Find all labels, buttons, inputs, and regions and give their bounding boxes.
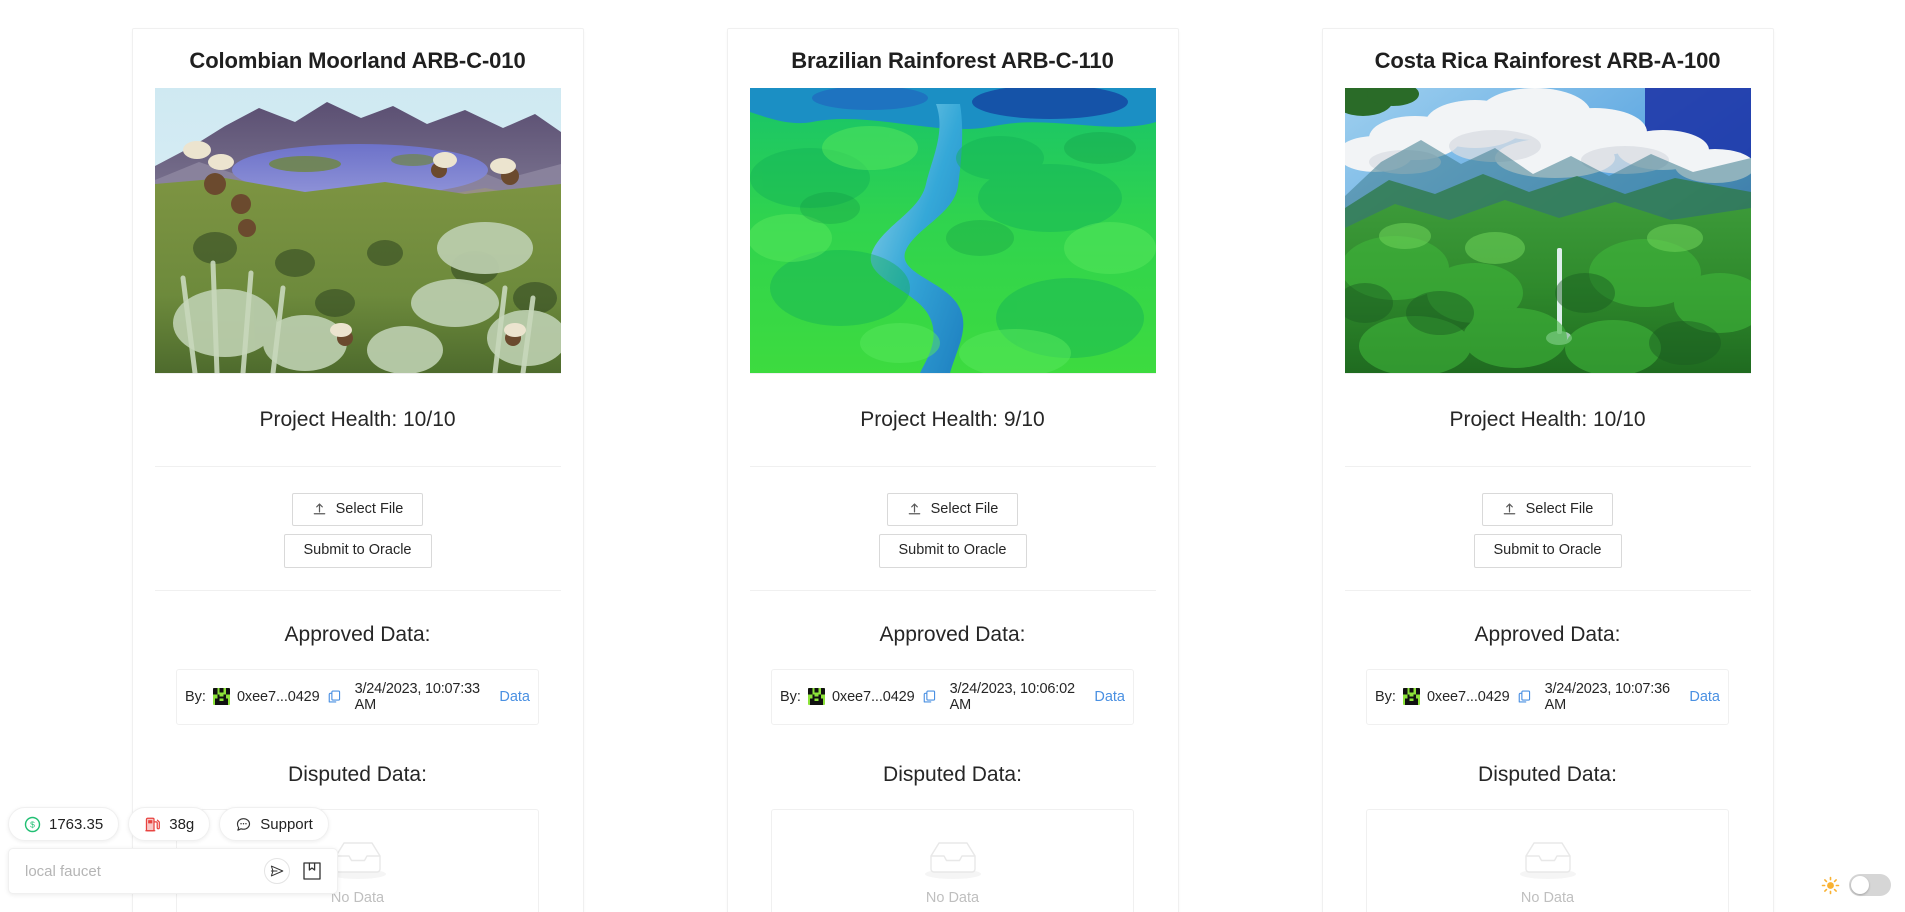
wallet-address: 0xee7...0429 (831, 688, 915, 705)
approved-data-row[interactable]: By: 0xee7...0429 3/24/202 (1366, 668, 1729, 725)
upload-icon (312, 502, 327, 517)
health-section: Project Health: 10/10 (133, 374, 583, 466)
gas-value: 38g (169, 815, 195, 833)
submit-label: Submit to Oracle (1493, 542, 1602, 559)
by-label: By: (1375, 688, 1396, 705)
avatar (807, 688, 825, 706)
health-section: Project Health: 10/10 (1323, 374, 1773, 466)
select-file-button[interactable]: Select File (1481, 493, 1614, 527)
disputed-data-empty: No Data (771, 808, 1134, 912)
data-link[interactable]: Data (499, 689, 530, 705)
disputed-data-heading: Disputed Data: (1478, 762, 1617, 786)
wallet-address: 0xee7...0429 (236, 688, 320, 705)
project-image-aerial-rainforest (749, 88, 1156, 373)
sun-icon (1821, 876, 1840, 895)
send-icon (270, 864, 284, 878)
select-file-label: Select File (930, 501, 999, 517)
upload-actions: Select File Submit to Oracle (878, 467, 1027, 590)
project-health-label: Project Health: 10/10 (259, 408, 456, 431)
no-data-label: No Data (925, 889, 980, 906)
wallet-widget: $ 1763.35 38g Support local faucet (8, 807, 338, 894)
upload-actions: Select File Submit to Oracle (1473, 467, 1622, 590)
gas-chip[interactable]: 38g (128, 807, 211, 841)
data-link[interactable]: Data (1094, 689, 1125, 705)
by-label: By: (780, 688, 801, 705)
theme-switcher (1821, 874, 1891, 896)
submit-to-oracle-button[interactable]: Submit to Oracle (283, 534, 432, 568)
faucet-input[interactable] (23, 861, 264, 881)
upload-actions: Select File Submit to Oracle (283, 467, 432, 590)
project-title: Brazilian Rainforest ARB-C-110 (791, 48, 1114, 73)
timestamp: 3/24/2023, 10:07:36 AM (1544, 680, 1670, 713)
package-icon (301, 860, 323, 882)
timestamp: 3/24/2023, 10:07:33 AM (354, 680, 480, 713)
avatar (1402, 688, 1420, 706)
empty-inbox-icon (920, 836, 986, 881)
project-health-label: Project Health: 10/10 (1449, 408, 1646, 431)
project-card-costa-rica-rainforest[interactable]: Costa Rica Rainforest ARB-A-100 Project … (1321, 28, 1774, 912)
copy-icon[interactable] (922, 689, 937, 704)
project-card-colombian-moorland[interactable]: Colombian Moorland ARB-C-010 Project Hea… (131, 28, 584, 912)
approved-data-heading: Approved Data: (284, 622, 431, 646)
project-title: Colombian Moorland ARB-C-010 (189, 48, 526, 73)
approved-data-heading: Approved Data: (1474, 622, 1621, 646)
submit-to-oracle-button[interactable]: Submit to Oracle (878, 534, 1027, 568)
submit-label: Submit to Oracle (303, 542, 412, 559)
upload-icon (1502, 502, 1517, 517)
copy-icon[interactable] (1517, 689, 1532, 704)
empty-inbox-icon (1515, 836, 1581, 881)
submit-to-oracle-button[interactable]: Submit to Oracle (1473, 534, 1622, 568)
dollar-coin-icon: $ (24, 816, 41, 833)
project-image-colombian-paramo (154, 88, 561, 373)
no-data-label: No Data (1520, 889, 1575, 906)
select-file-label: Select File (335, 501, 404, 517)
send-button[interactable] (264, 858, 290, 884)
no-data-label: No Data (330, 889, 385, 906)
balance-value: 1763.35 (49, 815, 104, 833)
wallet-address: 0xee7...0429 (1426, 688, 1510, 705)
disputed-data-heading: Disputed Data: (288, 762, 427, 786)
upload-icon (907, 502, 922, 517)
submit-label: Submit to Oracle (898, 542, 1007, 559)
copy-icon[interactable] (327, 689, 342, 704)
theme-toggle-switch[interactable] (1849, 874, 1891, 896)
wallet-chips: $ 1763.35 38g Support (8, 807, 338, 841)
by-label: By: (185, 688, 206, 705)
project-card-brazilian-rainforest[interactable]: Brazilian Rainforest ARB-C-110 Project H… (726, 28, 1179, 912)
toggle-knob (1851, 876, 1869, 894)
timestamp: 3/24/2023, 10:06:02 AM (949, 680, 1075, 713)
project-health-label: Project Health: 9/10 (860, 408, 1045, 431)
chat-bubble-icon (235, 816, 252, 833)
project-image-rainforest-waterfall (1344, 88, 1751, 373)
support-label: Support (260, 815, 313, 833)
svg-text:$: $ (30, 819, 35, 829)
faucet-bar (8, 848, 338, 894)
select-file-label: Select File (1525, 501, 1594, 517)
approved-data-heading: Approved Data: (879, 622, 1026, 646)
select-file-button[interactable]: Select File (886, 493, 1019, 527)
package-button[interactable] (299, 858, 325, 884)
avatar (212, 688, 230, 706)
approved-data-row[interactable]: By: 0xee7...0429 3/24/202 (176, 668, 539, 725)
disputed-data-heading: Disputed Data: (883, 762, 1022, 786)
project-title: Costa Rica Rainforest ARB-A-100 (1374, 48, 1721, 73)
approved-data-row[interactable]: By: 0xee7...0429 3/24/202 (771, 668, 1134, 725)
balance-chip[interactable]: $ 1763.35 (8, 807, 120, 841)
gas-pump-icon (144, 816, 161, 833)
select-file-button[interactable]: Select File (291, 493, 424, 527)
projects-board: Colombian Moorland ARB-C-010 Project Hea… (0, 0, 1905, 912)
health-section: Project Health: 9/10 (728, 374, 1178, 466)
data-link[interactable]: Data (1689, 689, 1720, 705)
disputed-data-empty: No Data (1366, 808, 1729, 912)
support-chip[interactable]: Support (219, 807, 329, 841)
